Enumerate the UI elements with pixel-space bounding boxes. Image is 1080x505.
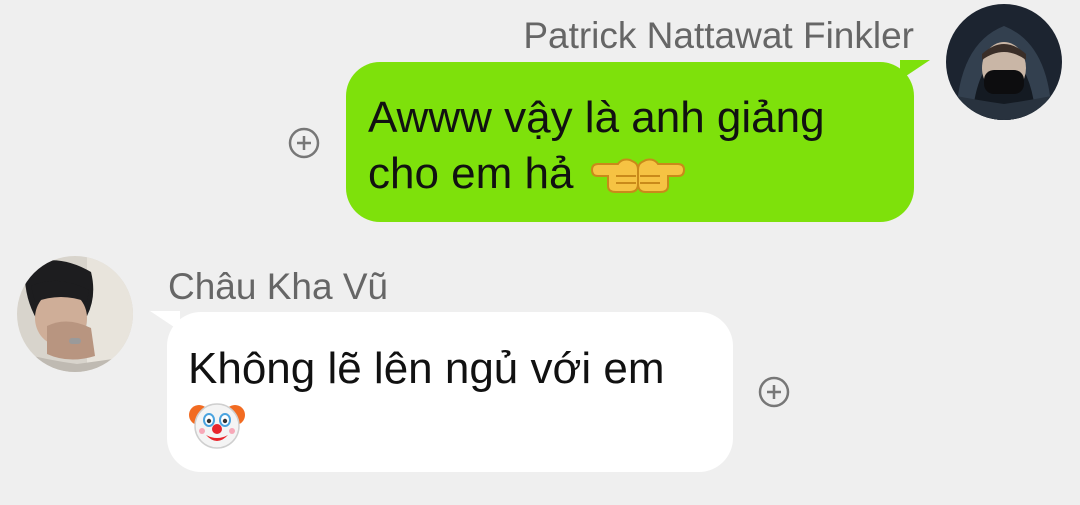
message-text-line-2: cho em hả [368, 149, 574, 198]
sender-name-outgoing: Patrick Nattawat Finkler [523, 15, 914, 56]
message-text-line-1: Awww vậy là anh giảng [368, 93, 825, 142]
message-bubble-incoming[interactable]: Không lẽ lên ngủ với em [167, 312, 733, 472]
avatar-photo-outgoing [946, 4, 1062, 120]
sender-name-incoming: Châu Kha Vũ [168, 266, 389, 307]
message-text-line-1: Không lẽ lên ngủ với em [188, 344, 665, 393]
avatar-outgoing[interactable] [946, 4, 1062, 120]
message-bubble-outgoing[interactable]: Awww vậy là anh giảng cho em hả [346, 62, 914, 222]
clown-face-icon [188, 397, 246, 465]
pointing-hands-icon [586, 152, 690, 210]
avatar-incoming[interactable] [17, 256, 133, 372]
plus-circle-icon [758, 376, 790, 408]
plus-circle-icon [288, 127, 320, 159]
avatar-photo-incoming [17, 256, 133, 372]
add-reaction-button-outgoing[interactable] [287, 126, 321, 160]
add-reaction-button-incoming[interactable] [757, 375, 791, 409]
